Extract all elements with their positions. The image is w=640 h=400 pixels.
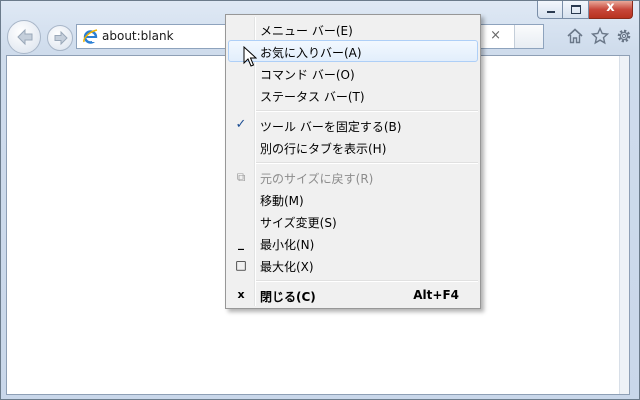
maximize-icon: □ bbox=[235, 258, 247, 272]
vertical-scrollbar[interactable] bbox=[619, 56, 629, 394]
maximize-icon bbox=[571, 5, 581, 14]
address-url[interactable]: about:blank bbox=[102, 29, 174, 43]
menu-item-status-bar[interactable]: ステータス バー(T) bbox=[228, 84, 478, 106]
menu-item-label: 別の行にタブを表示(H) bbox=[260, 142, 387, 156]
caption-buttons: x bbox=[537, 0, 633, 20]
menu-item-label: お気に入りバー(A) bbox=[260, 46, 362, 60]
forward-button[interactable] bbox=[47, 25, 73, 51]
menu-item-label: コマンド バー(O) bbox=[260, 68, 355, 82]
menu-item-menu-bar[interactable]: メニュー バー(E) bbox=[228, 18, 478, 40]
menu-item-label: 元のサイズに戻す(R) bbox=[260, 172, 374, 186]
menu-item-size[interactable]: サイズ変更(S) bbox=[228, 210, 478, 232]
back-arrow-icon bbox=[17, 28, 33, 46]
menu-shortcut: Alt+F4 bbox=[413, 288, 459, 302]
menu-item-label: ステータス バー(T) bbox=[260, 90, 365, 104]
ie-logo-icon bbox=[83, 29, 98, 44]
star-icon[interactable] bbox=[591, 27, 609, 45]
menu-item-tabs-separate-row[interactable]: 別の行にタブを表示(H) bbox=[228, 136, 478, 158]
menu-item-close[interactable]: x 閉じる(C) Alt+F4 bbox=[228, 284, 478, 306]
mouse-cursor-icon bbox=[243, 46, 257, 67]
minimize-icon bbox=[547, 11, 555, 13]
back-button[interactable] bbox=[7, 20, 41, 54]
menu-item-favorites-bar[interactable]: お気に入りバー(A) bbox=[228, 40, 478, 62]
menu-item-label: 閉じる(C) bbox=[260, 290, 316, 304]
close-icon: x bbox=[237, 288, 245, 301]
menu-item-label: メニュー バー(E) bbox=[260, 24, 353, 38]
maximize-button[interactable] bbox=[563, 1, 589, 19]
menu-separator bbox=[256, 280, 478, 282]
minimize-button[interactable] bbox=[537, 1, 563, 19]
restore-icon: ⧉ bbox=[236, 170, 246, 184]
menu-item-restore: ⧉ 元のサイズに戻す(R) bbox=[228, 166, 478, 188]
menu-item-label: 最小化(N) bbox=[260, 238, 315, 252]
address-dropdown-button[interactable] bbox=[514, 25, 543, 48]
menu-item-lock-toolbars[interactable]: ✓ ツール バーを固定する(B) bbox=[228, 114, 478, 136]
close-icon: x bbox=[606, 0, 615, 15]
clear-address-icon[interactable]: × bbox=[490, 28, 501, 43]
context-menu: メニュー バー(E) お気に入りバー(A) コマンド バー(O) ステータス バ… bbox=[225, 14, 481, 309]
home-icon[interactable] bbox=[566, 27, 584, 45]
menu-separator bbox=[256, 162, 478, 164]
minimize-icon: _ bbox=[238, 236, 244, 250]
menu-item-label: ツール バーを固定する(B) bbox=[260, 120, 402, 134]
menu-separator bbox=[256, 110, 478, 112]
menu-item-label: 移動(M) bbox=[260, 194, 304, 208]
checkmark-icon: ✓ bbox=[235, 117, 247, 132]
gear-icon[interactable] bbox=[615, 27, 633, 45]
close-button[interactable]: x bbox=[589, 0, 633, 19]
menu-item-move[interactable]: 移動(M) bbox=[228, 188, 478, 210]
menu-item-label: 最大化(X) bbox=[260, 260, 314, 274]
forward-arrow-icon bbox=[54, 30, 68, 46]
menu-item-command-bar[interactable]: コマンド バー(O) bbox=[228, 62, 478, 84]
menu-item-minimize[interactable]: _ 最小化(N) bbox=[228, 232, 478, 254]
menu-item-label: サイズ変更(S) bbox=[260, 216, 337, 230]
menu-item-maximize[interactable]: □ 最大化(X) bbox=[228, 254, 478, 276]
